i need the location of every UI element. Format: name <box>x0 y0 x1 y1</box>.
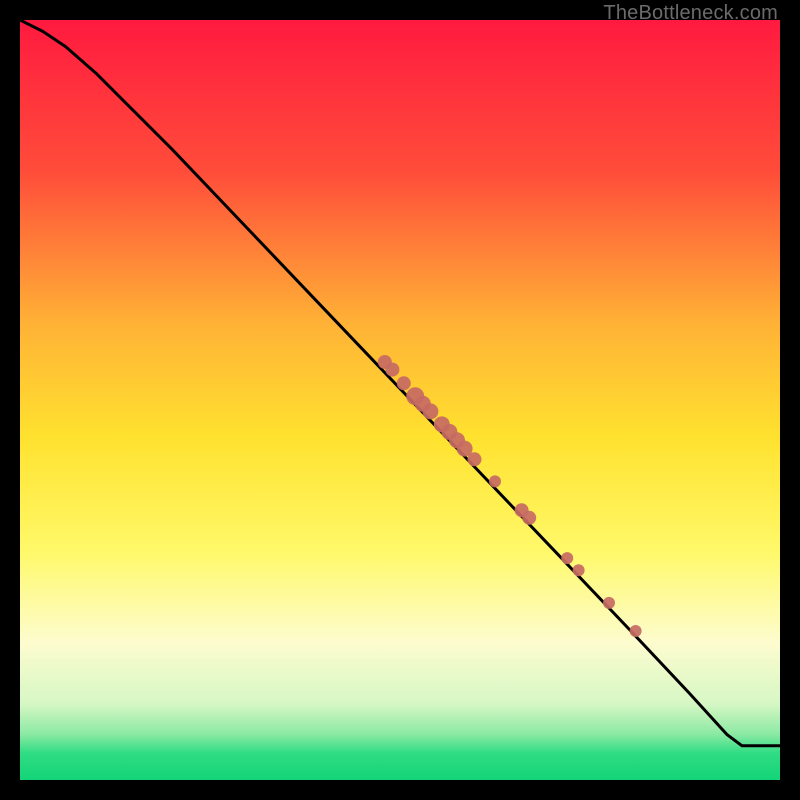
chart-frame <box>20 20 780 780</box>
chart-svg <box>20 20 780 780</box>
watermark-text: TheBottleneck.com <box>603 2 778 25</box>
scatter-point <box>630 625 642 637</box>
scatter-point <box>522 511 536 525</box>
scatter-point <box>467 452 481 466</box>
scatter-point <box>397 376 411 390</box>
scatter-point <box>385 363 399 377</box>
scatter-point <box>422 403 438 419</box>
scatter-point <box>561 552 573 564</box>
chart-background <box>20 20 780 780</box>
scatter-point <box>489 475 501 487</box>
scatter-point <box>573 564 585 576</box>
scatter-point <box>603 597 615 609</box>
